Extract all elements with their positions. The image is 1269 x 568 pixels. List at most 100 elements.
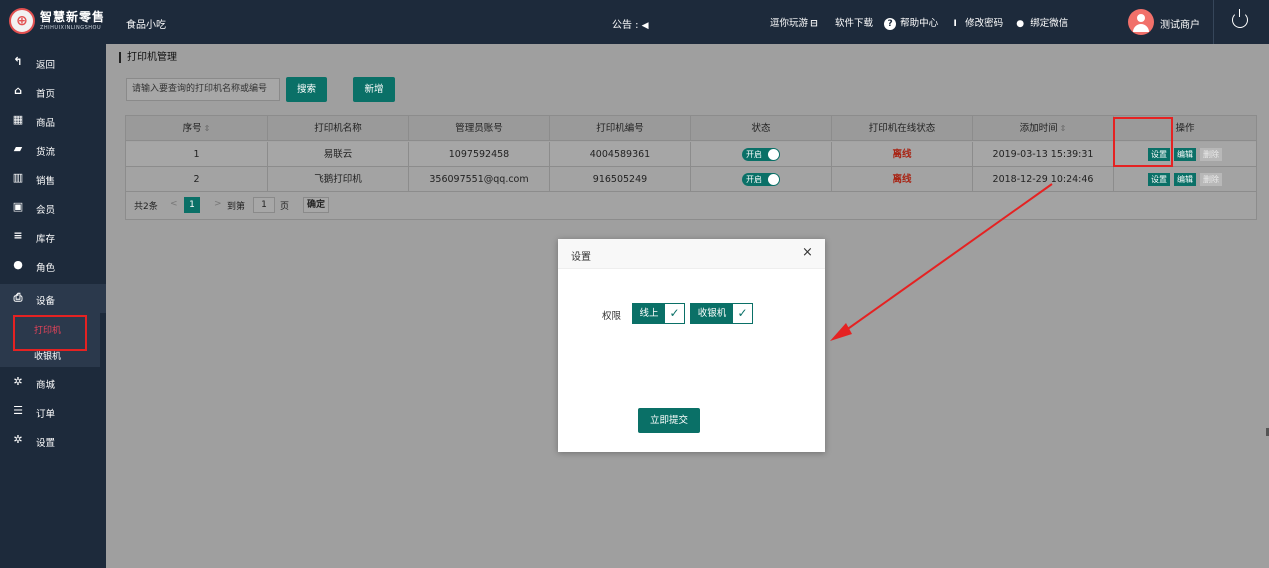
status-badge: 离线 [892,174,912,185]
delete-button[interactable]: 删除 [1200,148,1222,161]
page-number-current[interactable]: 1 [184,197,200,213]
shop-name[interactable]: 食品小吃 [126,16,166,31]
back-icon: ↰ [13,55,23,68]
status-toggle[interactable]: 开启 [742,173,780,186]
grid-icon: ▦ [12,113,24,126]
dialog-header: 设置 × [558,239,825,269]
page-title: 打印机管理 [119,52,177,63]
bind-wechat-link[interactable]: ● 绑定微信 [1014,18,1068,29]
user-name[interactable]: 测试商户 [1160,16,1200,31]
sidebar-item-orders[interactable]: ☰ 订单 [0,397,106,426]
id-card-icon: ▣ [12,200,24,213]
permission-online-checkbox[interactable]: 线上 ✓ [632,303,685,324]
cell-status: 开启 [691,167,832,192]
sidebar-item-logistics[interactable]: ▰ 货流 [0,135,106,164]
search-input[interactable]: 请输入要查询的打印机名称或编号 [126,78,280,101]
top-bar: ⊕ 智慧新零售 ZHIHUIXINLINGSHOU 食品小吃 公告 : ◀ 逗你玩… [0,0,1269,44]
submit-button[interactable]: 立即提交 [638,408,700,433]
change-password-link[interactable]: Ⅰ 修改密码 [949,18,1003,29]
download-link[interactable]: 软件下载 [835,18,873,29]
page-unit: 页 [280,202,290,212]
database-icon: ≡ [13,229,23,242]
settings-dialog: 设置 × 权限 线上 ✓ 收银机 ✓ 立即提交 [558,239,825,452]
edit-button[interactable]: 编辑 [1174,148,1196,161]
permission-cashier-label: 收银机 [691,304,733,323]
search-button[interactable]: 搜索 [286,77,327,102]
promo-icon: ⊟ [810,18,818,29]
sidebar-item-products[interactable]: ▦ 商品 [0,106,106,135]
gear-icon: ✲ [13,433,23,446]
logo-icon: ⊕ [9,8,35,34]
promo-link[interactable]: 逗你玩游 ⊟ [770,18,824,29]
power-icon[interactable] [1232,9,1248,28]
bar-chart-icon: ▥ [12,171,24,184]
close-icon[interactable]: × [802,246,813,260]
check-icon: ✓ [669,306,680,320]
avatar[interactable] [1128,9,1154,35]
thermometer-icon: Ⅰ [953,18,957,29]
brand-subtitle: ZHIHUIXINLINGSHOU [40,25,102,31]
cell-name: 易联云 [268,142,409,167]
cell-added: 2019-03-13 15:39:31 [973,142,1114,167]
sidebar-item-roles[interactable]: ● 角色 [0,251,106,280]
sidebar-item-members[interactable]: ▣ 会员 [0,193,106,222]
highlight-box-printer-menu [13,315,87,351]
header-links: 逗你玩游 ⊟ 软件下载 ? 帮助中心 Ⅰ 修改密码 ● 绑定微信 [770,15,1076,30]
next-page-button[interactable]: > [214,199,222,209]
sort-icon[interactable]: ⇕ [1060,124,1067,133]
sidebar-item-devices[interactable]: ⎙ 设备 [0,284,106,313]
pagination: 共2条 < 1 > 到第 1 页 确定 [126,193,1256,218]
sort-icon[interactable]: ⇕ [204,124,211,133]
settings-button[interactable]: 设置 [1148,173,1170,186]
cell-account: 1097592458 [409,142,550,167]
printer-table: 序号 ⇕ 打印机名称 管理员账号 打印机编号 状态 打印机在线状态 添加时间 ⇕ 操… [125,115,1257,220]
goto-confirm-button[interactable]: 确定 [303,197,329,213]
gear-icon: ✲ [13,375,23,388]
delete-button[interactable]: 删除 [1200,173,1222,186]
check-icon: ✓ [737,306,748,320]
cell-added: 2018-12-29 10:24:46 [973,167,1114,192]
permission-label: 权限 [602,311,622,322]
status-badge: 离线 [892,149,912,160]
help-icon: ? [884,17,897,30]
wechat-icon: ● [1016,18,1025,29]
sidebar-item-inventory[interactable]: ≡ 库存 [0,222,106,251]
cell-name: 飞鹅打印机 [268,167,409,192]
sidebar-item-mall[interactable]: ✲ 商城 [0,368,106,397]
speaker-icon: ◀ [641,21,649,31]
sidebar-item-settings[interactable]: ✲ 设置 [0,426,106,455]
cell-code: 916505249 [550,167,691,192]
brand-name: 智慧新零售 [40,10,106,24]
highlight-box-settings [1113,117,1173,167]
table-row: 1 易联云 1097592458 4004589361 开启 离线 2019-0… [126,142,1256,167]
prev-page-button[interactable]: < [170,199,178,209]
sidebar-item-home[interactable]: ⌂ 首页 [0,77,106,106]
notice[interactable]: 公告 : ◀ [612,16,648,31]
sidebar-item-sales[interactable]: ▥ 销售 [0,164,106,193]
column-header-online: 打印机在线状态 [832,116,973,141]
notice-label: 公告 : [612,20,639,31]
header-divider [1213,0,1214,44]
cell-code: 4004589361 [550,142,691,167]
table-row: 2 飞鹅打印机 356097551@qq.com 916505249 开启 离线… [126,167,1256,192]
cell-account: 356097551@qq.com [409,167,550,192]
column-header-code: 打印机编号 [550,116,691,141]
column-header-status: 状态 [691,116,832,141]
cell-online: 离线 [832,142,973,167]
column-header-added[interactable]: 添加时间 ⇕ [973,116,1114,141]
goto-page-input[interactable]: 1 [253,197,275,213]
column-header-account: 管理员账号 [409,116,550,141]
user-icon: ● [13,258,23,271]
table-header-row: 序号 ⇕ 打印机名称 管理员账号 打印机编号 状态 打印机在线状态 添加时间 ⇕ 操… [126,116,1256,141]
cell-online: 离线 [832,167,973,192]
permission-cashier-checkbox[interactable]: 收银机 ✓ [690,303,753,324]
help-link[interactable]: ? 帮助中心 [884,17,938,30]
column-header-index[interactable]: 序号 ⇕ [126,116,268,141]
sidebar-item-back[interactable]: ↰ 返回 [0,48,106,77]
cell-index: 2 [126,167,268,192]
add-button[interactable]: 新增 [353,77,395,102]
edit-button[interactable]: 编辑 [1174,173,1196,186]
truck-icon: ▰ [13,142,23,155]
home-icon: ⌂ [14,84,22,97]
status-toggle[interactable]: 开启 [742,148,780,161]
